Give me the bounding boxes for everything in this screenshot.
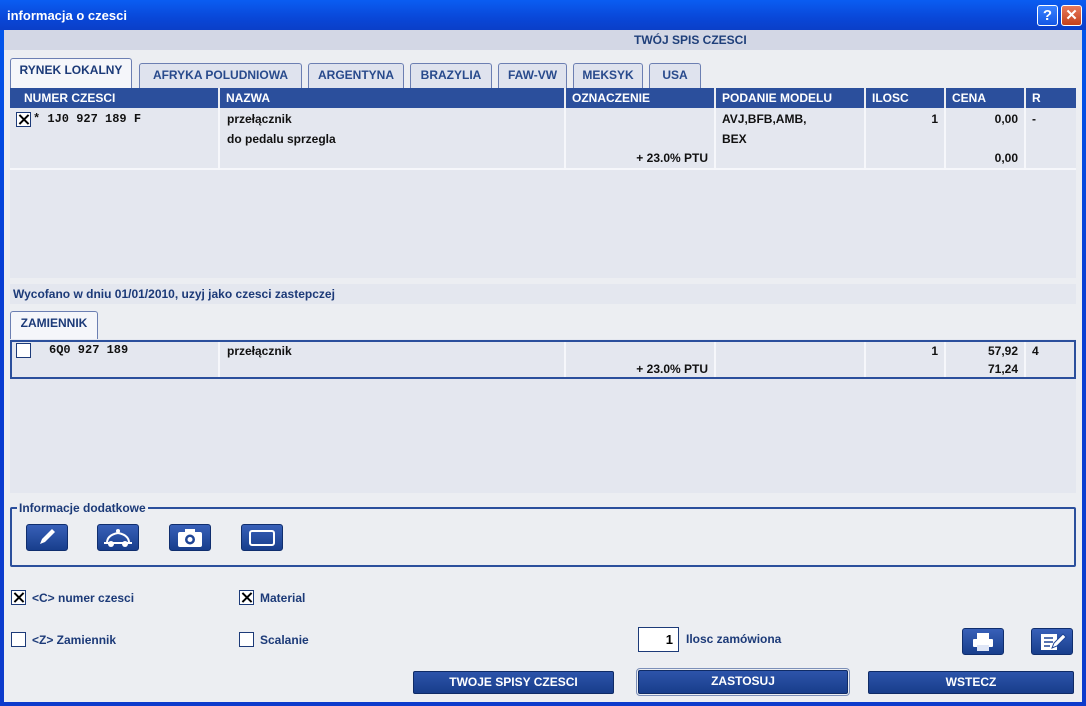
column-cena[interactable]: CENA [946, 88, 1026, 108]
designation-cell: + 23.0% PTU [566, 108, 716, 168]
column-r[interactable]: R [1026, 88, 1076, 108]
replacement-select-checkbox[interactable] [16, 343, 31, 358]
info-group-label: Informacje dodatkowe [17, 501, 148, 515]
order-qty-input[interactable]: 1 [638, 627, 679, 652]
column-oznaczenie[interactable]: OZNACZENIE [566, 88, 716, 108]
qty-cell: 1 [866, 108, 946, 168]
replacement-table: 6Q0 927 189 przełącznik + 23.0% PTU 1 57… [10, 339, 1076, 493]
camera-icon [178, 529, 202, 547]
replacement-qty-cell: 1 [866, 342, 946, 377]
tab-usa[interactable]: USA [649, 63, 701, 88]
table-row[interactable]: 6Q0 927 189 przełącznik + 23.0% PTU 1 57… [10, 340, 1076, 379]
replacement-part-number: 6Q0 927 189 [49, 343, 129, 357]
close-button[interactable]: ✕ [1061, 5, 1082, 26]
qty-value: 1 [931, 112, 938, 126]
window-title: informacja o czesci [7, 8, 127, 23]
order-qty-label: Ilosc zamówiona [686, 632, 782, 646]
part-number: * 1J0 927 189 F [33, 112, 142, 126]
part-name-detail: do pedalu sprzegla [227, 132, 336, 146]
price-gross-value: 0,00 [994, 151, 1018, 165]
tab-faw-vw[interactable]: FAW-VW [498, 63, 567, 88]
tab-rynek-lokalny[interactable]: RYNEK LOKALNY [10, 58, 132, 88]
model-cell: AVJ,BFB,AMB, BEX [716, 108, 866, 168]
replacement-price: 57,92 [987, 344, 1018, 358]
column-numer-czesci[interactable]: NUMER CZESCI [10, 88, 220, 108]
replacement-qty: 1 [931, 344, 938, 358]
replacement-price-gross: 71,24 [987, 362, 1018, 376]
name-cell: przełącznik do pedalu sprzegla [220, 108, 566, 168]
merge-option-label: Scalanie [260, 633, 309, 647]
tab-zamiennik[interactable]: ZAMIENNIK [10, 311, 98, 339]
header-title: TWÓJ SPIS CZESCI [634, 33, 747, 47]
title-bar[interactable]: informacja o czesci ? ✕ [0, 0, 1086, 30]
replacement-designation-cell: + 23.0% PTU [566, 342, 716, 377]
replacement-price-cell: 57,92 71,24 [946, 342, 1026, 377]
help-button[interactable]: ? [1037, 5, 1058, 26]
pencil-icon [40, 529, 55, 544]
tab-afryka-poludniowa[interactable]: AFRYKA POLUDNIOWA [139, 63, 302, 88]
part-name: przełącznik [227, 112, 292, 126]
replacement-r-cell: 4 [1026, 342, 1074, 377]
frame-view-button[interactable] [241, 524, 283, 551]
header-bar: TWÓJ SPIS CZESCI [4, 30, 1082, 50]
apply-button[interactable]: ZASTOSUJ [636, 668, 850, 696]
price-value: 0,00 [994, 112, 1018, 126]
r-cell: - [1026, 108, 1076, 168]
material-checkbox[interactable] [239, 590, 254, 605]
model-codes-cont: BEX [722, 132, 747, 146]
withdrawn-notice: Wycofano w dniu 01/01/2010, uzyj jako cz… [13, 287, 335, 301]
tax-label: + 23.0% PTU [636, 151, 708, 165]
parts-table: * 1J0 927 189 F przełącznik do pedalu sp… [10, 108, 1076, 278]
merge-checkbox[interactable] [239, 632, 254, 647]
replacement-part-number-cell: 6Q0 927 189 [12, 342, 220, 377]
column-nazwa[interactable]: NAZWA [220, 88, 566, 108]
car-icon [104, 529, 132, 547]
part-number-cell: * 1J0 927 189 F [10, 108, 220, 168]
replacement-tax-label: + 23.0% PTU [636, 362, 708, 376]
price-cell: 0,00 0,00 [946, 108, 1026, 168]
replacement-r-value: 4 [1032, 344, 1039, 358]
tab-meksyk[interactable]: MEKSYK [573, 63, 643, 88]
printer-icon [973, 633, 993, 651]
notes-pencil-button[interactable] [26, 524, 68, 551]
replacement-option-label: <Z> Zamiennik [32, 633, 117, 647]
print-button[interactable] [962, 628, 1004, 655]
column-ilosc[interactable]: ILOSC [866, 88, 946, 108]
model-codes: AVJ,BFB,AMB, [722, 112, 807, 126]
table-row[interactable]: * 1J0 927 189 F przełącznik do pedalu sp… [10, 108, 1076, 170]
withdrawn-notice-bar: Wycofano w dniu 01/01/2010, uzyj jako cz… [10, 284, 1076, 304]
photo-button[interactable] [169, 524, 211, 551]
row-select-checkbox[interactable] [16, 112, 31, 127]
r-value: - [1032, 112, 1036, 126]
replacement-name-cell: przełącznik [220, 342, 566, 377]
part-number-checkbox[interactable] [11, 590, 26, 605]
your-part-lists-button[interactable]: TWOJE SPISY CZESCI [413, 671, 614, 694]
replacement-name: przełącznik [227, 344, 292, 358]
replacement-model-cell [716, 342, 866, 377]
material-option-label: Material [260, 591, 306, 605]
replacement-checkbox[interactable] [11, 632, 26, 647]
edit-list-button[interactable] [1031, 628, 1073, 655]
back-button[interactable]: WSTECZ [868, 671, 1074, 694]
frame-icon [249, 530, 275, 546]
part-number-option-label: <C> numer czesci [32, 591, 135, 605]
dialog-body: TWÓJ SPIS CZESCI RYNEK LOKALNY AFRYKA PO… [4, 30, 1082, 702]
tab-brazylia[interactable]: BRAZYLIA [410, 63, 492, 88]
edit-document-icon [1041, 633, 1067, 650]
application-window: informacja o czesci ? ✕ TWÓJ SPIS CZESCI… [0, 0, 1086, 706]
column-podanie-modelu[interactable]: PODANIE MODELU [716, 88, 866, 108]
vehicle-view-button[interactable] [97, 524, 139, 551]
tab-argentyna[interactable]: ARGENTYNA [308, 63, 404, 88]
